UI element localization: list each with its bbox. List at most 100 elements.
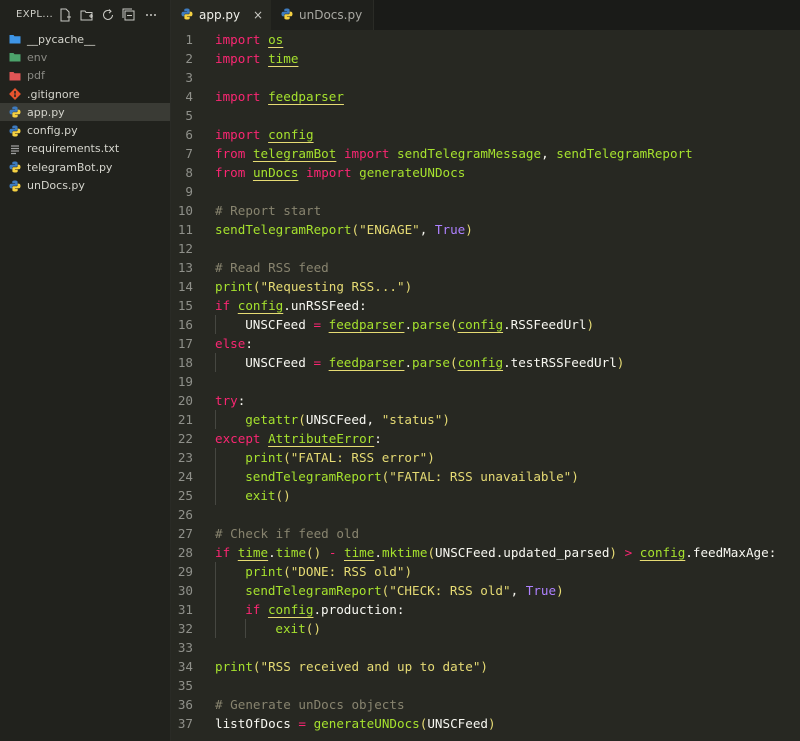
code-token: .RSSFeedUrl (503, 317, 587, 332)
code-line: 20 try: (171, 391, 800, 410)
line-number: 16 (177, 317, 193, 332)
line-number: 30 (177, 583, 193, 598)
code-token: sendTelegramMessage (397, 146, 542, 161)
tree-item[interactable]: telegramBot.py (0, 158, 170, 176)
code-token: "ENGAGE" (359, 222, 420, 237)
line-number: 24 (177, 469, 193, 484)
code-token: ) (586, 317, 595, 332)
code-token: UNSCFeed, (305, 412, 382, 427)
code-token: = (313, 355, 322, 370)
code-line: 16 UNSCFeed = feedparser.parse(config.RSS… (171, 315, 800, 334)
code-line: 3 (171, 68, 800, 87)
code-line: 37 listOfDocs = generateUNDocs(UNSCFeed) (171, 714, 800, 733)
code-text: UNSCFeed = feedparser.parse(config.RSSFe… (245, 315, 594, 334)
code-token: parse (412, 355, 450, 370)
indent-guide (215, 467, 216, 486)
new-file-icon[interactable] (57, 7, 73, 23)
code-token: () (275, 488, 291, 503)
code-token: if (245, 602, 261, 617)
code-token: , (510, 583, 526, 598)
new-folder-icon[interactable] (79, 7, 95, 23)
code-token: ( (449, 355, 458, 370)
code-text: sendTelegramReport("FATAL: RSS unavailab… (245, 467, 579, 486)
tree-item[interactable]: env (0, 48, 170, 66)
code-text: sendTelegramReport("CHECK: RSS old", Tru… (245, 581, 564, 600)
code-line: 13 # Read RSS feed (171, 258, 800, 277)
code-token: . (268, 545, 276, 560)
code-token: , (541, 146, 557, 161)
code-token: ) (609, 545, 618, 560)
code-text: if config.production: (245, 600, 404, 619)
code-line: 12 (171, 239, 800, 258)
code-line: 29 print("DONE: RSS old") (171, 562, 800, 581)
text-file-icon (9, 143, 21, 155)
collapse-all-icon[interactable] (121, 7, 137, 23)
line-number: 25 (177, 488, 193, 503)
close-icon[interactable]: × (253, 8, 263, 22)
code-token: ) (571, 469, 579, 484)
line-number: 3 (185, 70, 193, 85)
code-line: 10 # Report start (171, 201, 800, 220)
code-editor[interactable]: 1 import os 2 import time 3 4 import feedparse… (171, 30, 800, 741)
code-token: import (343, 146, 390, 161)
code-token: time (268, 51, 299, 66)
code-text: print("FATAL: RSS error") (245, 448, 435, 467)
code-token: True (525, 583, 557, 598)
code-text: UNSCFeed = feedparser.parse(config.testR… (245, 353, 624, 372)
tree-item[interactable]: requirements.txt (0, 140, 170, 158)
line-number: 17 (177, 336, 193, 351)
code-token: "FATAL: RSS error" (290, 450, 428, 465)
code-token: # Read RSS feed (215, 260, 329, 275)
code-token: if (215, 298, 231, 313)
line-number: 5 (185, 108, 193, 123)
line-number: 29 (177, 564, 193, 579)
code-line: 6 import config (171, 125, 800, 144)
code-text: # Check if feed old (215, 524, 359, 543)
code-text: import feedparser (215, 87, 344, 106)
tree-item-label: env (27, 50, 48, 64)
line-number: 33 (177, 640, 193, 655)
code-text: import config (215, 125, 314, 144)
code-token: config (457, 317, 504, 332)
indent-guide (215, 600, 216, 619)
code-token: ) (404, 279, 413, 294)
code-token: "DONE: RSS old" (290, 564, 405, 579)
tree-item-label: app.py (27, 105, 65, 119)
code-line: 9 (171, 182, 800, 201)
code-token: import (215, 32, 261, 47)
code-line: 1 import os (171, 30, 800, 49)
code-token: os (268, 32, 284, 47)
more-actions-icon[interactable] (143, 7, 159, 23)
tab-undocs-py[interactable]: unDocs.py (271, 0, 374, 30)
tree-item[interactable]: __pycache__ (0, 30, 170, 48)
code-token: time (275, 545, 307, 560)
code-token: config (267, 602, 314, 617)
tab-app-py[interactable]: app.py × (171, 0, 271, 30)
code-token: # Generate unDocs objects (215, 697, 405, 712)
code-text: # Report start (215, 201, 321, 220)
code-token: UNSCFeed (245, 355, 314, 370)
line-number: 36 (177, 697, 193, 712)
tree-item[interactable]: pdf (0, 67, 170, 85)
tree-item[interactable]: app.py (0, 103, 170, 122)
code-token: .testRSSFeedUrl (503, 355, 617, 370)
code-token: exit (245, 488, 276, 503)
refresh-icon[interactable] (100, 7, 116, 23)
code-token: "RSS received and up to date" (260, 659, 481, 674)
tree-item[interactable]: unDocs.py (0, 176, 170, 194)
code-text: try: (215, 391, 245, 410)
code-token: import (215, 89, 261, 104)
code-text: print("Requesting RSS...") (215, 277, 412, 296)
tree-item[interactable]: config.py (0, 121, 170, 139)
tree-item[interactable]: .gitignore (0, 85, 170, 103)
